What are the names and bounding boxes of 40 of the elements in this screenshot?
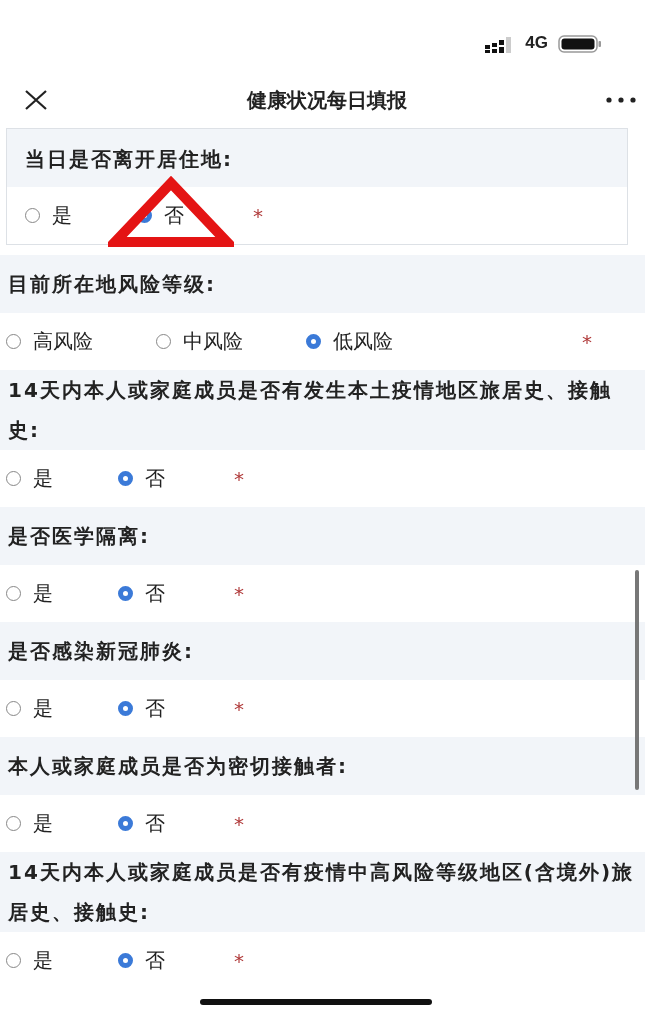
radio-button[interactable] (118, 586, 133, 601)
question-label: 本人或家庭成员是否为密切接触者: (0, 737, 645, 795)
option-label[interactable]: 否 (145, 465, 165, 492)
more-icon[interactable] (606, 97, 636, 103)
option-label[interactable]: 是 (33, 695, 53, 722)
radio-button[interactable] (118, 953, 133, 968)
close-icon[interactable] (24, 90, 48, 110)
required-mark: * (234, 948, 244, 973)
question-label: 是否医学隔离: (0, 507, 645, 565)
battery-icon (558, 35, 602, 53)
option-label[interactable]: 否 (145, 810, 165, 837)
required-mark: * (234, 811, 244, 836)
option-label[interactable]: 是 (52, 202, 72, 229)
option-label[interactable]: 否 (145, 947, 165, 974)
question-label: 当日是否离开居住地: (7, 129, 627, 187)
option-label[interactable]: 否 (145, 695, 165, 722)
option-label[interactable]: 是 (33, 810, 53, 837)
option-label[interactable]: 低风险 (333, 328, 393, 355)
radio-button[interactable] (118, 816, 133, 831)
option-label[interactable]: 高风险 (33, 328, 93, 355)
required-mark: * (234, 581, 244, 606)
option-label[interactable]: 是 (33, 580, 53, 607)
required-mark: * (234, 696, 244, 721)
question-label: 是否感染新冠肺炎: (0, 622, 645, 680)
radio-button[interactable] (306, 334, 321, 349)
required-mark: * (253, 203, 263, 228)
page-title: 健康状况每日填报 (247, 86, 407, 114)
option-label[interactable]: 是 (33, 947, 53, 974)
required-mark: * (234, 466, 244, 491)
option-label[interactable]: 否 (145, 580, 165, 607)
question-label: 14天内本人或家庭成员是否有发生本土疫情地区旅居史、接触史: (0, 370, 645, 450)
radio-button[interactable] (118, 471, 133, 486)
option-label[interactable]: 否 (164, 202, 184, 229)
required-mark: * (582, 329, 592, 354)
network-label: 4G (525, 33, 548, 53)
question-label: 目前所在地风险等级: (0, 255, 645, 313)
option-label[interactable]: 中风险 (183, 328, 243, 355)
option-label[interactable]: 是 (33, 465, 53, 492)
radio-button[interactable] (118, 701, 133, 716)
question-label: 14天内本人或家庭成员是否有疫情中高风险等级地区(含境外)旅居史、接触史: (0, 852, 645, 932)
